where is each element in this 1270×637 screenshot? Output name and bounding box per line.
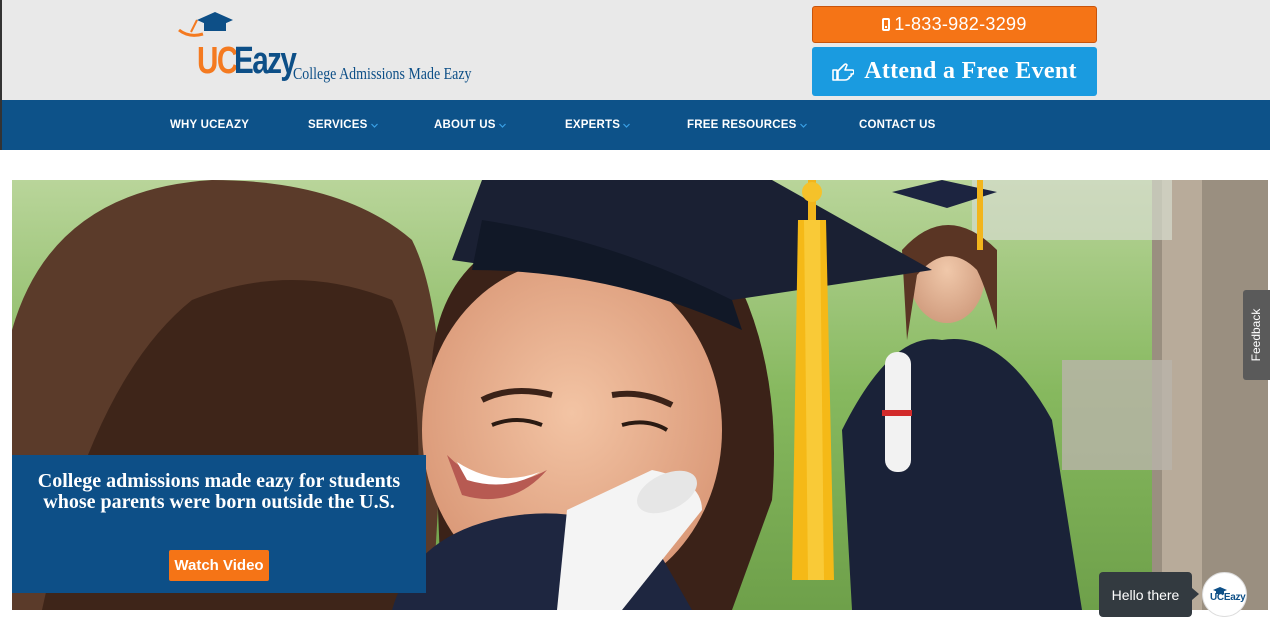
uceazy-logo[interactable]: UC Eazy College Admissions Made Eazy: [177, 8, 477, 92]
logo-eazy-text: Eazy: [234, 40, 297, 82]
nav-item-about-us[interactable]: ABOUT US: [434, 100, 506, 150]
header: UC Eazy College Admissions Made Eazy 1-8…: [0, 0, 1270, 100]
hero-headline: College admissions made eazy for student…: [37, 470, 401, 513]
hero-caption-box: College admissions made eazy for student…: [12, 455, 426, 593]
mobile-phone-icon: [882, 18, 891, 31]
attend-free-event-button[interactable]: Attend a Free Event: [812, 47, 1097, 96]
nav-item-contact-us[interactable]: CONTACT US: [859, 100, 936, 150]
attend-free-event-label: Attend a Free Event: [864, 58, 1077, 84]
feedback-tab[interactable]: Feedback: [1243, 290, 1270, 380]
chevron-down-icon: [370, 123, 378, 128]
nav-label: ABOUT US: [434, 119, 496, 131]
logo-tagline: College Admissions Made Eazy: [293, 64, 472, 83]
main-nav: WHY UCEAZY SERVICES ABOUT US EXPERTS FRE…: [0, 100, 1270, 150]
page: UC Eazy College Admissions Made Eazy 1-8…: [0, 0, 1270, 637]
nav-label: WHY UCEAZY: [170, 119, 250, 131]
chat-avatar-text: UCEazy: [1210, 592, 1246, 603]
phone-button[interactable]: 1-833-982-3299: [812, 6, 1097, 43]
chat-greeting-text: Hello there: [1111, 586, 1180, 603]
chevron-down-icon: [799, 123, 807, 128]
nav-item-experts[interactable]: EXPERTS: [565, 100, 631, 150]
nav-item-services[interactable]: SERVICES: [308, 100, 378, 150]
chevron-down-icon: [623, 123, 631, 128]
watch-video-button[interactable]: Watch Video: [169, 550, 269, 581]
logo-uc-text: UC: [197, 40, 238, 82]
nav-label: CONTACT US: [859, 119, 936, 131]
hand-pointing-icon: [832, 62, 855, 81]
nav-item-why-uceazy[interactable]: WHY UCEAZY: [170, 100, 249, 150]
phone-number: 1-833-982-3299: [894, 14, 1027, 34]
chevron-down-icon: [498, 123, 506, 128]
nav-item-free-resources[interactable]: FREE RESOURCES: [687, 100, 807, 150]
chat-launcher-button[interactable]: UCEazy: [1202, 572, 1247, 617]
nav-label: EXPERTS: [565, 119, 621, 131]
nav-label: SERVICES: [308, 119, 368, 131]
feedback-label: Feedback: [1249, 308, 1263, 362]
chat-greeting-bubble[interactable]: Hello there: [1099, 572, 1199, 617]
nav-label: FREE RESOURCES: [687, 119, 797, 131]
